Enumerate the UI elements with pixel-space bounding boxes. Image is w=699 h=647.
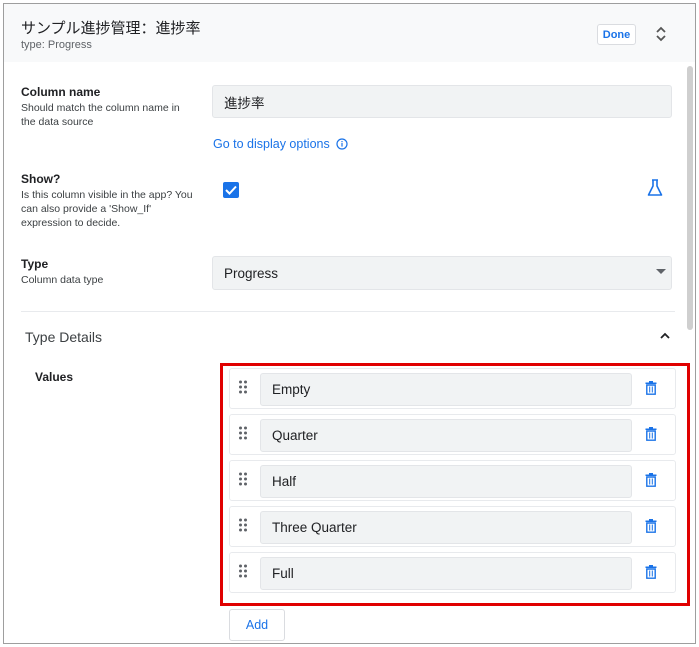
done-button[interactable]: Done <box>597 24 636 45</box>
drag-handle-icon[interactable] <box>238 472 248 486</box>
type-details-title: Type Details <box>25 329 103 345</box>
values-label: Values <box>35 370 74 384</box>
add-value-button[interactable]: Add <box>229 609 285 641</box>
delete-icon[interactable] <box>645 473 657 487</box>
type-select[interactable]: Progress <box>212 256 672 290</box>
column-name-description: Should match the column name in the data… <box>21 102 180 128</box>
panel-header: サンプル進捗管理：進捗率 type: Progress Done <box>4 4 695 62</box>
section-divider <box>21 311 675 312</box>
panel-subtitle: type: Progress <box>21 39 92 51</box>
value-input[interactable]: Half <box>260 465 632 498</box>
value-input[interactable]: Quarter <box>260 419 632 452</box>
expand-collapse-icon[interactable] <box>654 24 668 44</box>
value-input[interactable]: Three Quarter <box>260 511 632 544</box>
type-title: Type <box>21 257 49 271</box>
scrollbar-thumb[interactable] <box>687 66 693 330</box>
column-editor-panel: サンプル進捗管理：進捗率 type: Progress Done Column … <box>3 3 696 644</box>
value-row: Empty <box>229 368 676 409</box>
show-title: Show? <box>21 172 61 186</box>
drag-handle-icon[interactable] <box>238 426 248 440</box>
display-options-link-label: Go to display options <box>213 137 330 151</box>
display-options-link[interactable]: Go to display options <box>213 137 348 151</box>
delete-icon[interactable] <box>645 381 657 395</box>
show-description: Is this column visible in the app? You c… <box>21 189 193 229</box>
value-input[interactable]: Empty <box>260 373 632 406</box>
panel-title: サンプル進捗管理：進捗率 <box>21 20 201 37</box>
drag-handle-icon[interactable] <box>238 380 248 394</box>
chevron-up-icon[interactable] <box>659 331 671 341</box>
column-name-input[interactable]: 進捗率 <box>212 85 672 118</box>
value-row: Half <box>229 460 676 501</box>
value-row: Full <box>229 552 676 593</box>
show-checkbox[interactable] <box>223 182 239 198</box>
check-icon <box>225 185 237 195</box>
flask-icon[interactable] <box>647 179 663 197</box>
value-input[interactable]: Full <box>260 557 632 590</box>
column-name-title: Column name <box>21 85 101 99</box>
drag-handle-icon[interactable] <box>238 518 248 532</box>
drag-handle-icon[interactable] <box>238 564 248 578</box>
value-row: Quarter <box>229 414 676 455</box>
delete-icon[interactable] <box>645 427 657 441</box>
type-description: Column data type <box>21 274 104 286</box>
delete-icon[interactable] <box>645 519 657 533</box>
value-row: Three Quarter <box>229 506 676 547</box>
delete-icon[interactable] <box>645 565 657 579</box>
dropdown-caret-icon <box>656 269 666 274</box>
info-icon[interactable] <box>336 138 348 150</box>
